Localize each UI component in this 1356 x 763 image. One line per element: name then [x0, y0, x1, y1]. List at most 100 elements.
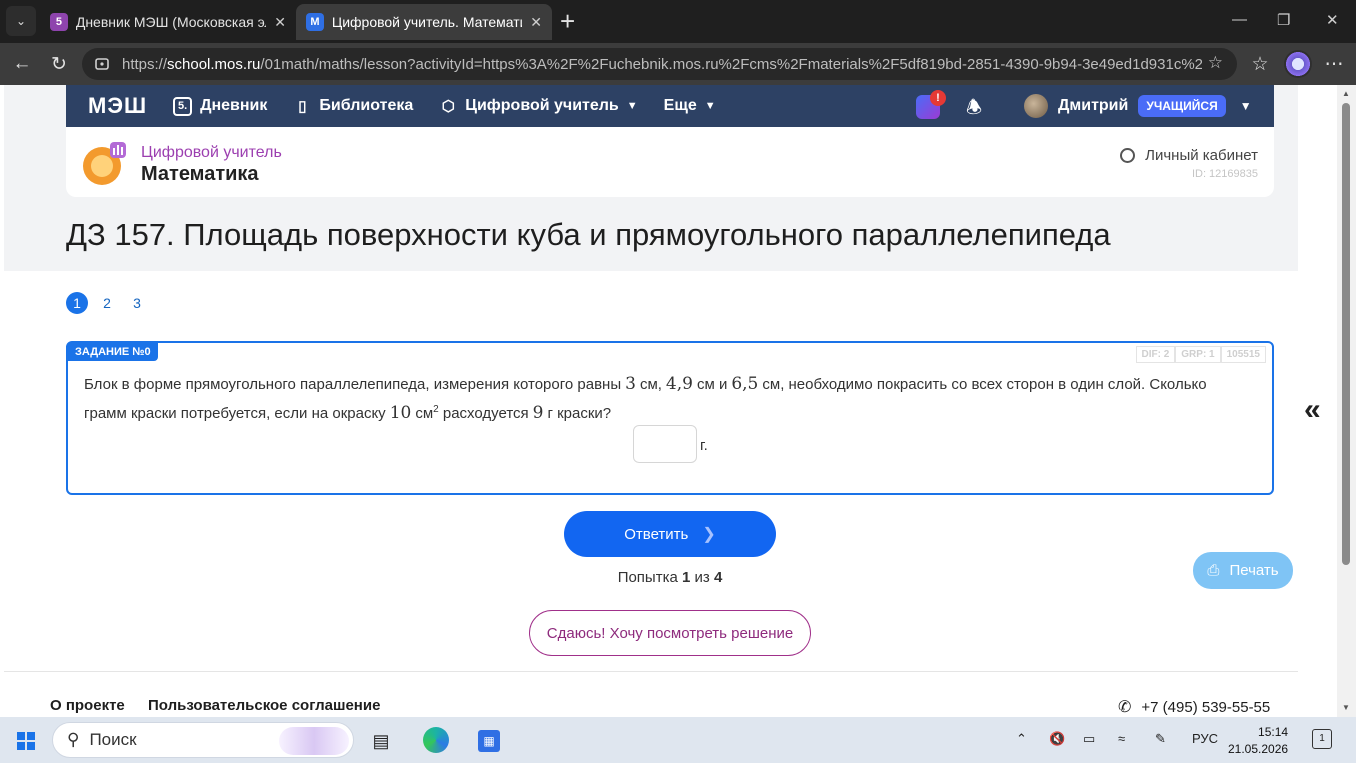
language-indicator[interactable]: РУС [1192, 731, 1218, 746]
bookmark-star-icon[interactable]: ☆ [1208, 53, 1223, 73]
product-name[interactable]: Цифровой учитель [141, 144, 282, 162]
meta-difficulty: DIF: 2 [1135, 346, 1176, 363]
nav-digital-teacher[interactable]: ⬡ Цифровой учитель ▼ [439, 97, 638, 115]
site-info-icon[interactable] [94, 56, 110, 72]
phone-link[interactable]: ✆ +7 (495) 539-55-55 [1118, 697, 1270, 717]
tab-search-button[interactable]: ⌄ [6, 6, 36, 36]
footer: О проекте Пользовательское соглашение ✆ +… [4, 671, 1298, 717]
scrollbar-thumb[interactable] [1342, 103, 1350, 565]
attempt-current: 1 [682, 569, 691, 586]
clock-date: 21.05.2026 [1228, 742, 1289, 756]
wifi-icon[interactable]: ≈ [1118, 731, 1125, 746]
url-text: https://school.mos.ru/01math/maths/lesso… [122, 56, 1202, 73]
minimize-icon[interactable]: — [1232, 11, 1247, 28]
user-id: ID: 12169835 [1191, 168, 1258, 180]
favorites-icon[interactable]: ☆ [1248, 52, 1272, 76]
close-icon[interactable]: ✕ [274, 14, 286, 31]
more-menu-icon[interactable]: ⋯ [1322, 52, 1346, 76]
task-steps: 1 2 3 [66, 292, 156, 314]
task-label: ЗАДАНИЕ №0 [68, 343, 158, 361]
nav-teacher-label: Цифровой учитель [465, 97, 619, 114]
nav-diary-label: Дневник [200, 97, 268, 114]
bookmark-icon: ▯ [298, 98, 307, 115]
phone-icon: ✆ [1118, 699, 1132, 716]
phone-number: +7 (495) 539-55-55 [1141, 698, 1271, 716]
browser-tab-diary[interactable]: 5 Дневник МЭШ (Московская элек ✕ [40, 4, 296, 40]
restore-icon[interactable]: ❐ [1277, 11, 1290, 29]
task-value: 10 [389, 403, 412, 423]
nav-library[interactable]: ▯ Библиотека [293, 97, 413, 115]
collapse-panel-icon[interactable]: « [1304, 393, 1321, 427]
edge-browser-icon[interactable] [423, 727, 449, 753]
meta-id: 105515 [1220, 346, 1266, 363]
bell-icon[interactable]: 🕭 [966, 95, 982, 125]
system-clock[interactable]: 15:14 21.05.2026 [1228, 724, 1288, 758]
nav-more[interactable]: Еще ▼ [664, 97, 716, 115]
submit-label: Ответить [624, 525, 689, 543]
speaker-muted-icon[interactable]: 🔇 [1049, 731, 1065, 747]
page-scrollbar[interactable]: ▲ ▼ [1337, 85, 1356, 717]
answer-input[interactable] [633, 425, 697, 463]
mesh-logo[interactable]: МЭШ [88, 93, 147, 119]
task-value: 4,9 [665, 374, 693, 394]
diary-icon: 5. [173, 96, 193, 116]
pen-icon[interactable]: ✎ [1155, 731, 1166, 747]
digital-teacher-logo-icon[interactable] [82, 140, 128, 186]
attempt-mid: из [694, 569, 710, 586]
about-link[interactable]: О проекте [50, 697, 125, 714]
reload-icon[interactable]: ↻ [47, 52, 71, 76]
url-field[interactable]: https://school.mos.ru/01math/maths/lesso… [82, 48, 1237, 80]
task-text-part: расходуется [442, 405, 529, 422]
url-host: school.mos.ru [167, 55, 261, 73]
task-text: Блок в форме прямоугольного параллелепип… [84, 372, 1234, 426]
browser-tab-math[interactable]: M Цифровой учитель. Математика ✕ [296, 4, 552, 40]
task-value: 3 [625, 374, 636, 394]
step-2[interactable]: 2 [96, 292, 118, 314]
submit-answer-button[interactable]: Ответить ❯ [564, 511, 776, 557]
task-text-part: Блок в форме прямоугольного параллелепип… [84, 376, 622, 393]
cube-icon: ⬡ [441, 98, 455, 115]
back-arrow-icon[interactable]: ← [10, 52, 34, 76]
url-prefix: https:// [122, 55, 168, 73]
new-tab-plus-icon[interactable]: + [560, 8, 575, 34]
task-card: ЗАДАНИЕ №0 DIF: 2 GRP: 1 105515 Блок в ф… [66, 341, 1274, 495]
give-up-button[interactable]: Сдаюсь! Хочу посмотреть решение [529, 610, 811, 656]
task-text-part: см [415, 405, 434, 422]
show-hidden-icons[interactable]: ⌃ [1016, 731, 1027, 747]
step-1[interactable]: 1 [66, 292, 88, 314]
address-bar-row: ← ↻ https://school.mos.ru/01math/maths/l… [0, 43, 1356, 85]
chevron-down-icon: ▼ [704, 100, 716, 112]
print-button[interactable]: ⎙ Печать [1193, 552, 1293, 589]
nav-more-label: Еще [663, 97, 697, 114]
scroll-down-icon[interactable]: ▼ [1342, 703, 1350, 712]
subject-title: Математика [141, 163, 259, 185]
nav-diary[interactable]: 5. Дневник [173, 96, 268, 116]
profile-avatar[interactable] [1284, 50, 1312, 78]
taskbar-search[interactable]: ⚲ Поиск [52, 722, 354, 758]
windows-start-icon[interactable] [15, 730, 37, 752]
user-menu[interactable]: Дмитрий УЧАЩИЙСЯ ▼ [1024, 94, 1252, 118]
diary-favicon-icon: 5 [50, 13, 68, 31]
scroll-up-icon[interactable]: ▲ [1342, 89, 1350, 98]
person-icon [1120, 148, 1136, 163]
attempt-pre: Попытка [617, 569, 678, 586]
close-icon[interactable]: ✕ [530, 14, 542, 31]
task-text-part: г краски? [547, 405, 612, 422]
user-name: Дмитрий [1058, 97, 1129, 114]
task-view-icon[interactable]: ▤ [370, 730, 392, 752]
notification-center-icon[interactable]: 1 [1312, 729, 1332, 749]
close-window-icon[interactable]: ✕ [1326, 11, 1339, 29]
agreement-link[interactable]: Пользовательское соглашение [148, 697, 380, 714]
apps-notification-icon[interactable]: ! [916, 90, 946, 119]
nav-library-label: Библиотека [319, 97, 414, 114]
task-value: 9 [532, 403, 544, 423]
step-3[interactable]: 3 [126, 292, 148, 314]
windows-taskbar: ⚲ Поиск ▤ ▦ ⌃ 🔇 ▭ ≈ ✎ РУС 15:14 21.05.2026… [0, 717, 1356, 763]
battery-icon[interactable]: ▭ [1083, 731, 1095, 747]
personal-cabinet-link[interactable]: Личный кабинет [1120, 147, 1258, 164]
printer-icon: ⎙ [1207, 562, 1220, 579]
chevron-right-icon: ❯ [702, 526, 716, 543]
calculator-icon[interactable]: ▦ [478, 730, 500, 752]
web-page: МЭШ 5. Дневник ▯ Библиотека ⬡ Цифровой учит… [4, 85, 1337, 717]
mesh-favicon-icon: M [306, 13, 324, 31]
